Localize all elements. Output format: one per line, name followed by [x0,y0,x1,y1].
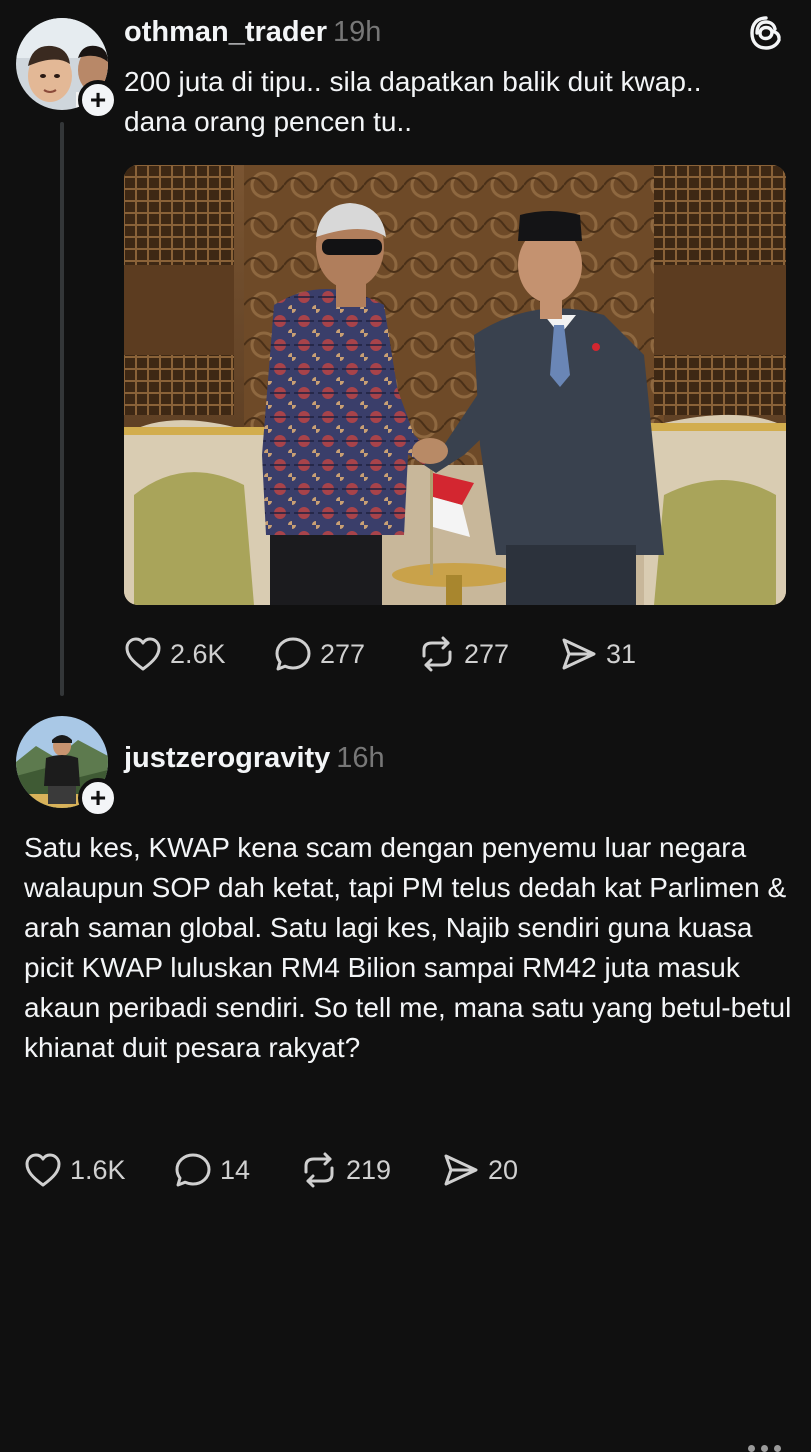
reply-count: 14 [220,1154,251,1185]
post-justzerogravity: + justzerogravity 16h Satu kes, KWAP kena… [0,700,811,1452]
ellipsis-icon[interactable] [748,1445,781,1452]
repost-icon [304,1152,334,1188]
reply-button[interactable]: 14 [174,1152,300,1188]
post-othman-trader: + othman_trader 19h 200 juta di tipu.. si… [0,0,811,700]
heart-icon [25,1153,61,1187]
like-count: 1.6K [70,1154,126,1185]
threads-logo-icon[interactable] [748,15,784,56]
post-text: Satu kes, KWAP kena scam dengan penyemu … [24,832,792,1063]
paper-plane-icon [444,1154,478,1186]
share-count: 31 [606,638,637,669]
repost-count: 219 [346,1154,392,1185]
post-actions: 2.6K 277 277 31 [124,636,660,672]
speech-bubble-icon [175,1153,211,1187]
like-count: 2.6K [170,638,226,669]
username[interactable]: othman_trader [124,16,327,48]
post-time: 19h [333,16,382,48]
follow-plus-icon[interactable]: + [78,778,118,818]
post-header: othman_trader 19h [124,16,381,49]
share-count: 20 [488,1154,519,1185]
speech-bubble-icon [275,637,311,671]
heart-icon [125,637,161,671]
post-actions: 1.6K 14 219 20 [24,1152,542,1188]
post-header: justzerogravity 16h [124,742,385,775]
paper-plane-icon [562,638,596,670]
repost-button[interactable]: 219 [300,1152,442,1188]
username[interactable]: justzerogravity [124,742,330,774]
share-button[interactable]: 20 [442,1152,542,1188]
share-button[interactable]: 31 [560,636,660,672]
repost-icon [422,636,452,672]
like-button[interactable]: 1.6K [24,1152,174,1188]
thread-connector-line [60,122,64,696]
avatar-wrap[interactable]: + [16,18,118,120]
reply-count: 277 [320,638,366,669]
like-button[interactable]: 2.6K [124,636,274,672]
reply-button[interactable]: 277 [274,636,418,672]
repost-count: 277 [464,638,510,669]
post-image[interactable] [124,165,786,605]
post-time: 16h [336,742,385,774]
repost-button[interactable]: 277 [418,636,560,672]
post-text: 200 juta di tipu.. sila dapatkan balik d… [124,66,702,137]
follow-plus-icon[interactable]: + [78,80,118,120]
avatar-wrap[interactable]: + [16,716,118,818]
